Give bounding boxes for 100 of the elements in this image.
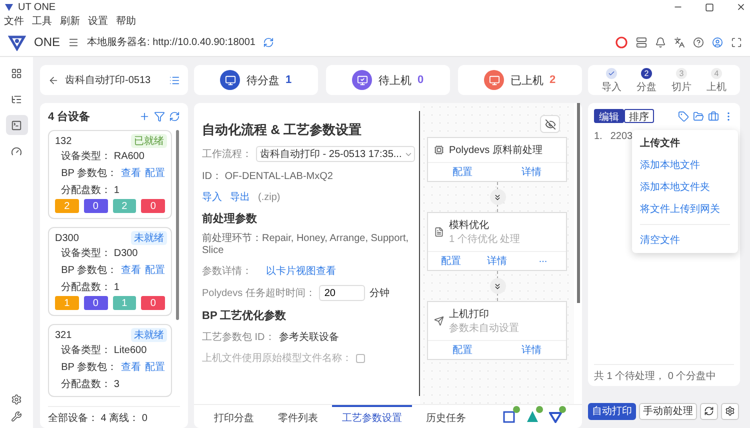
file-index: 1. — [594, 131, 602, 142]
param-link[interactable]: 查看 — [121, 166, 141, 180]
count-chip: 0 — [84, 296, 108, 310]
manual-process-button[interactable]: 手动前处理 — [639, 402, 697, 420]
flow-node[interactable]: 上机打印 参数未自动设置 配置 详情 — [427, 301, 567, 360]
device-name: D300 — [55, 233, 79, 244]
section-title: 前处理参数 — [202, 212, 258, 226]
status-card[interactable]: 待上机 0 — [326, 65, 450, 95]
arrow-down-icon — [490, 278, 506, 294]
card-view-link[interactable]: 以卡片视图查看 — [266, 264, 336, 278]
nav-button[interactable] — [6, 115, 28, 135]
menu-item[interactable]: 清空文件 — [640, 233, 730, 247]
scrollbar[interactable] — [176, 130, 179, 320]
node-action[interactable]: 详情 — [497, 341, 566, 359]
logo-icon — [8, 33, 26, 51]
refresh-button[interactable] — [700, 402, 718, 420]
step-marker: 2 — [641, 68, 652, 79]
folder-icon[interactable] — [693, 110, 704, 122]
flow-node[interactable]: 模料优化 1 个待优化 处理 配置 详情 ... — [427, 212, 567, 271]
param-link[interactable]: 查看 — [121, 263, 141, 277]
status-card[interactable]: 已上机 2 — [458, 65, 582, 95]
tab[interactable]: 工艺参数设置 — [332, 405, 412, 428]
node-action[interactable]: 配置 — [428, 252, 474, 270]
workflow-select[interactable]: 齿科自动打印 - 25-0513 17:35... — [256, 146, 415, 162]
fullscreen-icon[interactable] — [731, 36, 742, 48]
tab[interactable]: 零件列表 — [268, 405, 328, 428]
flow-node[interactable]: Polydevs 原料前处理 配置 详情 — [427, 137, 567, 182]
device-type: 设备类型： RA600 — [61, 150, 146, 163]
param-link[interactable]: 配置 — [145, 263, 165, 277]
step-marker: 4 — [711, 68, 722, 79]
device-card[interactable]: 132 已就绪 设备类型： RA600 BP 参数包： 查看 配置 分配盘数： 1 2 0 2 0 — [48, 130, 172, 219]
device-name: 321 — [55, 330, 72, 341]
count-chip: 0 — [141, 199, 165, 213]
chip-icon — [434, 145, 444, 155]
scrollbar[interactable] — [577, 103, 580, 303]
menu-item[interactable]: 设置 — [88, 14, 108, 28]
param-link[interactable]: 配置 — [145, 166, 165, 180]
queue-summary: 共 1 个待处理， 0 个分盘中 — [594, 370, 716, 382]
filter-icon[interactable] — [154, 111, 165, 122]
maximize-icon[interactable] — [705, 2, 714, 12]
menu-item[interactable]: 添加本地文件夹 — [640, 180, 730, 194]
hide-button[interactable] — [540, 115, 560, 133]
language-icon[interactable] — [674, 36, 685, 48]
menu-item[interactable]: 将文件上传到网关 — [640, 202, 730, 216]
menu-item[interactable]: 帮助 — [116, 14, 136, 28]
count-chip: 0 — [84, 199, 108, 213]
menu-item[interactable]: 刷新 — [60, 14, 80, 28]
menu-item[interactable]: 文件 — [4, 14, 24, 28]
add-icon[interactable] — [139, 111, 150, 122]
device-card[interactable]: 321 未就绪 设备类型： Lite600 BP 参数包： 查看 配置 分配盘数： 3 — [48, 324, 172, 397]
server-icon[interactable] — [636, 36, 647, 48]
status-badge: 已就绪 — [131, 134, 167, 148]
rename-label: 上机文件使用原始模型文件名称： — [202, 352, 352, 365]
plate-count: 分配盘数： 3 — [61, 378, 120, 391]
node-action[interactable]: ... — [520, 252, 566, 270]
auto-print-button[interactable]: 自动打印 — [588, 402, 636, 420]
help-icon[interactable] — [693, 36, 704, 48]
param-label: BP 参数包： — [61, 264, 117, 277]
status-label: 待分盘 — [246, 74, 280, 88]
param-link[interactable]: 查看 — [121, 360, 141, 374]
node-action[interactable]: 详情 — [497, 163, 566, 181]
mode-toggle[interactable]: 编辑 — [594, 109, 624, 123]
detail-label: 参数详情： — [202, 264, 252, 278]
bell-icon[interactable] — [655, 36, 666, 48]
device-card[interactable]: D300 未就绪 设备类型： D300 BP 参数包： 查看 配置 分配盘数： 1 1 0 1 0 — [48, 227, 172, 316]
node-title: 上机打印 — [449, 308, 490, 321]
workflow-label: 工作流程： — [202, 148, 252, 161]
device-type: 设备类型： D300 — [61, 246, 139, 260]
menu-icon[interactable] — [68, 36, 80, 48]
refresh-icon[interactable] — [169, 111, 180, 122]
menu-item[interactable]: 添加本地文件 — [640, 158, 730, 172]
rename-checkbox[interactable] — [356, 354, 365, 362]
count-chip: 2 — [55, 199, 79, 213]
tag-icon[interactable] — [678, 110, 689, 122]
bp-id-value: 参考关联设备 — [278, 330, 339, 344]
refresh-icon — [704, 406, 714, 416]
wrench-icon[interactable] — [11, 411, 22, 422]
briefcase-icon[interactable] — [708, 110, 719, 122]
settings-button[interactable] — [721, 402, 739, 420]
node-action[interactable]: 配置 — [428, 163, 497, 181]
tab[interactable]: 历史任务 — [416, 405, 476, 428]
count-chip: 1 — [112, 296, 136, 310]
file-link[interactable]: 导出 — [230, 190, 250, 204]
param-link[interactable]: 配置 — [145, 360, 165, 374]
status-label: 待上机 — [378, 74, 412, 88]
menu-item[interactable]: 工具 — [32, 14, 52, 28]
file-link[interactable]: 导入 — [202, 190, 222, 204]
node-action[interactable]: 详情 — [474, 252, 520, 270]
settings-icon[interactable] — [11, 394, 22, 405]
step-label: 上机 — [706, 80, 726, 94]
node-action[interactable]: 配置 — [428, 341, 497, 359]
user-icon[interactable] — [712, 36, 723, 48]
timeout-field[interactable]: 20 — [319, 285, 366, 301]
tab[interactable]: 打印分盘 — [204, 405, 264, 428]
status-card[interactable]: 待分盘 1 — [194, 65, 318, 95]
close-icon[interactable] — [736, 2, 746, 12]
file-name[interactable]: 2203 — [610, 131, 633, 142]
mode-toggle[interactable]: 排序 — [624, 109, 654, 123]
back-icon[interactable] — [48, 74, 59, 86]
status-count: 0 — [417, 74, 424, 86]
